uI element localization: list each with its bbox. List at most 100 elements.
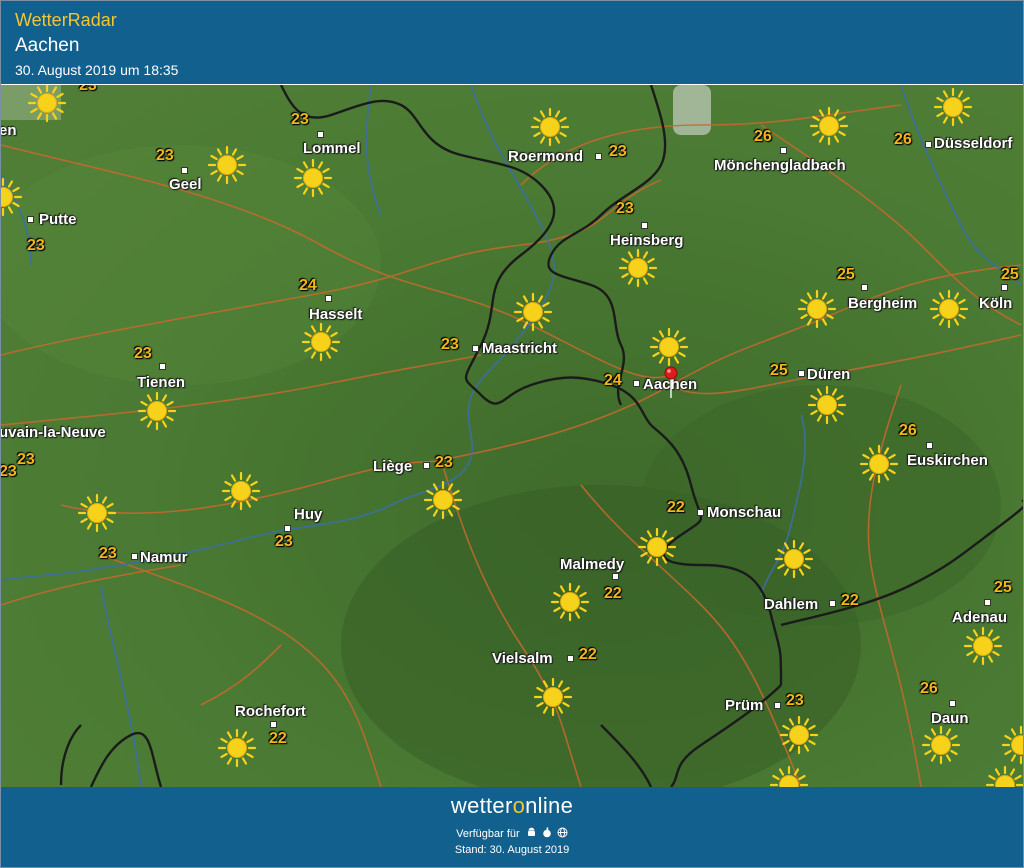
sun-icon [513, 292, 553, 332]
map-background [1, 85, 1023, 787]
city-euskirchen: Euskirchen [907, 452, 988, 469]
temperature-label: 24 [299, 277, 317, 294]
sun-icon [774, 539, 814, 579]
web-icon[interactable] [557, 827, 568, 838]
temperature-label: 23 [435, 454, 453, 471]
sun-icon [985, 765, 1023, 787]
city-tienen: Tienen [137, 374, 186, 391]
city-hasselt: Hasselt [309, 306, 363, 323]
city-maastricht: Maastricht [482, 340, 558, 357]
city-geel: Geel [169, 176, 202, 193]
brand-title: WetterRadar [15, 10, 117, 30]
city-marker [774, 702, 781, 709]
city-marker [317, 131, 324, 138]
city-marker [27, 216, 34, 223]
sun-icon [929, 289, 969, 329]
city-marker [926, 442, 933, 449]
city-marker [472, 345, 479, 352]
temperature-label: 22 [604, 585, 622, 602]
temperature-label: 26 [920, 680, 938, 697]
sun-icon [137, 391, 177, 431]
sun-icon [77, 493, 117, 533]
city-marker [567, 655, 574, 662]
city-dahlem: Dahlem [764, 596, 819, 613]
sun-icon [921, 725, 961, 765]
sun-icon [769, 765, 809, 787]
temperature-label: 23 [1, 463, 17, 480]
temperature-label: 25 [1001, 266, 1019, 283]
app-header: WetterRadar Aachen 30. August 2019 um 18… [1, 1, 1023, 84]
city-marker [595, 153, 602, 160]
location-title: Aachen [15, 35, 80, 56]
timestamp: 30. August 2019 um 18:35 [15, 62, 179, 78]
city-adenau: Adenau [952, 609, 1008, 626]
sun-icon [530, 107, 570, 147]
temperature-label: 23 [609, 143, 627, 160]
city-duesseldorf: Düsseldorf [934, 135, 1013, 152]
city-lommel: Lommel [303, 140, 361, 157]
sun-icon [533, 677, 573, 717]
temperature-label: 23 [27, 237, 45, 254]
sun-icon [649, 327, 689, 367]
availability-line: Verfügbar für [1, 827, 1023, 840]
city-partial-west: en [1, 122, 17, 139]
city-marker [641, 222, 648, 229]
sun-icon [27, 85, 67, 123]
city-louvain-la-neuve: uvain-la-Neuve [1, 424, 106, 441]
temperature-label: 25 [770, 362, 788, 379]
city-monschau: Monschau [707, 504, 782, 521]
city-rochefort: Rochefort [235, 703, 306, 720]
city-marker [861, 284, 868, 291]
city-dueren: Düren [807, 366, 851, 383]
sun-icon [797, 289, 837, 329]
data-stand: Stand: 30. August 2019 [454, 844, 570, 856]
city-marker [131, 553, 138, 560]
weather-map[interactable]: Lommel Geel Putte Hasselt Tienen uvain-l… [1, 85, 1023, 787]
city-marker [925, 141, 932, 148]
sun-icon [550, 582, 590, 622]
temperature-label: 25 [837, 266, 855, 283]
temperature-label: 22 [579, 646, 597, 663]
temperature-label: 24 [604, 372, 622, 389]
city-marker [159, 363, 166, 370]
sun-icon [963, 626, 1003, 666]
wetteronline-logo[interactable]: wetteronline [1, 793, 1023, 819]
city-marker [798, 370, 805, 377]
temperature-label: 22 [841, 592, 859, 609]
city-marker [780, 147, 787, 154]
temperature-label: 26 [894, 131, 912, 148]
city-marker [181, 167, 188, 174]
apple-icon[interactable] [542, 827, 552, 838]
temperature-label: 22 [667, 499, 685, 516]
city-marker [284, 525, 291, 532]
city-marker [1001, 284, 1008, 291]
sun-icon [618, 248, 658, 288]
location-pin-icon[interactable] [664, 366, 678, 400]
logo-part: wetter [450, 793, 513, 818]
city-vielsalm: Vielsalm [492, 650, 553, 667]
city-marker [633, 380, 640, 387]
city-marker [325, 295, 332, 302]
city-moenchengladbach: Mönchengladbach [714, 157, 846, 174]
temperature-label: 23 [786, 692, 804, 709]
city-marker [270, 721, 277, 728]
city-malmedy: Malmedy [560, 556, 625, 573]
temperature-label: 26 [899, 422, 917, 439]
logo-o: o [512, 793, 526, 818]
android-icon[interactable] [526, 827, 537, 838]
temperature-label: 23 [17, 451, 35, 468]
temperature-label: 23 [156, 147, 174, 164]
city-marker [984, 599, 991, 606]
city-marker [423, 462, 430, 469]
temperature-label: 23 [275, 533, 293, 550]
temperature-label: 23 [441, 336, 459, 353]
sun-icon [637, 527, 677, 567]
city-bergheim: Bergheim [848, 295, 918, 312]
city-koeln: Köln [979, 295, 1013, 312]
city-marker [697, 509, 704, 516]
city-marker [829, 600, 836, 607]
city-marker [612, 573, 619, 580]
sun-icon [933, 87, 973, 127]
logo-part: nline [525, 793, 574, 818]
city-roermond: Roermond [508, 148, 583, 165]
